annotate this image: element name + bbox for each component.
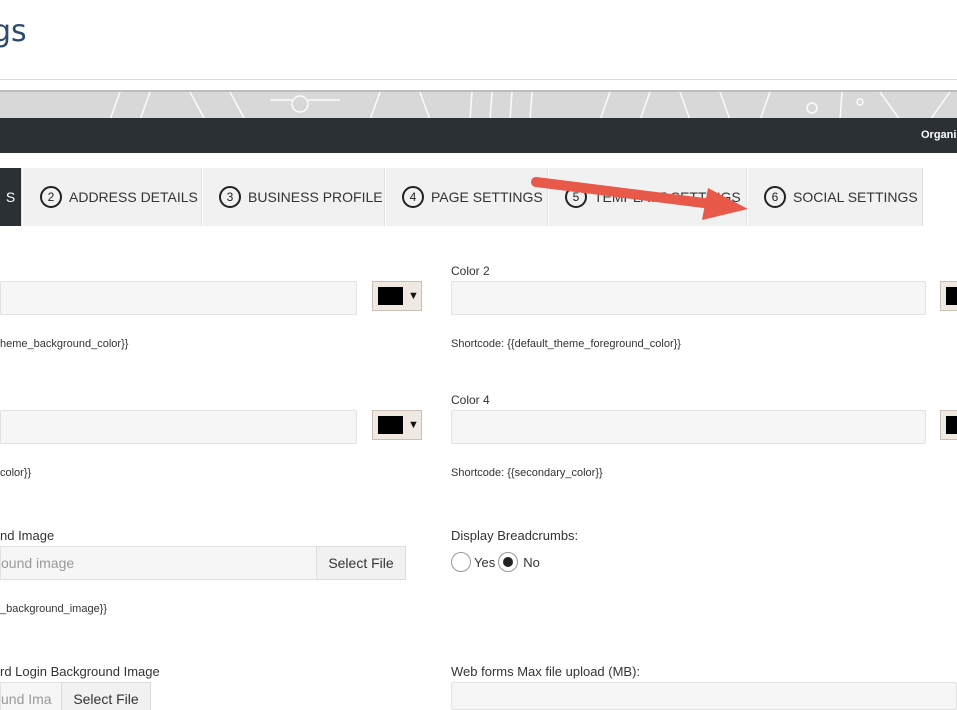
decorative-banner: [0, 90, 957, 118]
step-number-icon: 4: [402, 186, 424, 208]
tab-label: SOCIAL SETTINGS: [793, 189, 918, 205]
color-swatch: [946, 287, 957, 305]
color-swatch: [946, 416, 957, 434]
color4-shortcode: Shortcode: {{secondary_color}}: [451, 467, 603, 479]
background-image-select-button[interactable]: Select File: [316, 546, 406, 580]
tab-general-settings[interactable]: S: [0, 168, 22, 226]
background-image-input[interactable]: ound image: [0, 546, 317, 580]
color2-input[interactable]: [451, 281, 926, 315]
color1-input[interactable]: [0, 281, 357, 315]
annotation-arrow-icon: [531, 177, 748, 220]
tab-label: BUSINESS PROFILE: [248, 189, 383, 205]
tab-business-profile[interactable]: 3 BUSINESS PROFILE: [203, 168, 385, 226]
background-image-shortcode: _background_image}}: [0, 603, 108, 615]
organization-menu[interactable]: Organiz: [921, 129, 957, 141]
breadcrumbs-radio-group: Yes No: [451, 552, 543, 572]
color2-shortcode: Shortcode: {{default_theme_foreground_co…: [451, 338, 681, 350]
color1-shortcode: heme_background_color}}: [0, 338, 129, 350]
tab-page-settings[interactable]: 4 PAGE SETTINGS: [386, 168, 548, 226]
tab-social-settings[interactable]: 6 SOCIAL SETTINGS: [748, 168, 923, 226]
tab-address-details[interactable]: 2 ADDRESS DETAILS: [23, 168, 202, 226]
tab-label: ADDRESS DETAILS: [69, 189, 198, 205]
tab-label: S: [5, 189, 16, 205]
color3-input[interactable]: [0, 410, 357, 444]
color1-picker[interactable]: ▼: [372, 281, 422, 311]
caret-down-icon: ▼: [408, 290, 419, 302]
color2-label: Color 2: [451, 264, 490, 278]
step-number-icon: 2: [40, 186, 62, 208]
step-number-icon: 6: [764, 186, 786, 208]
background-image-label: nd Image: [0, 528, 55, 543]
title-divider: [0, 79, 957, 80]
top-navigation-bar: Organiz: [0, 118, 957, 153]
color2-picker[interactable]: [940, 281, 957, 311]
radio-selected-dot: [503, 557, 514, 567]
breadcrumbs-label: Display Breadcrumbs:: [451, 528, 579, 543]
color4-picker[interactable]: [940, 410, 957, 440]
page-title: gs: [0, 14, 27, 49]
max-upload-input[interactable]: [451, 682, 957, 710]
color4-input[interactable]: [451, 410, 926, 444]
login-background-select-button[interactable]: Select File: [61, 682, 151, 710]
max-upload-label: Web forms Max file upload (MB):: [451, 664, 641, 679]
color4-label: Color 4: [451, 393, 490, 407]
radio-label: No: [523, 554, 540, 570]
caret-down-icon: ▼: [408, 419, 419, 431]
color3-shortcode: color}}: [0, 467, 32, 479]
radio-label: Yes: [474, 554, 496, 570]
tab-label: PAGE SETTINGS: [431, 189, 543, 205]
color-swatch: [378, 287, 403, 305]
color3-picker[interactable]: ▼: [372, 410, 422, 440]
step-number-icon: 3: [219, 186, 241, 208]
login-background-input[interactable]: und Ima: [0, 682, 62, 710]
color-swatch: [378, 416, 403, 434]
breadcrumbs-yes-radio[interactable]: [451, 552, 471, 572]
breadcrumbs-no-radio[interactable]: [498, 552, 519, 572]
login-background-label: rd Login Background Image: [0, 664, 160, 679]
